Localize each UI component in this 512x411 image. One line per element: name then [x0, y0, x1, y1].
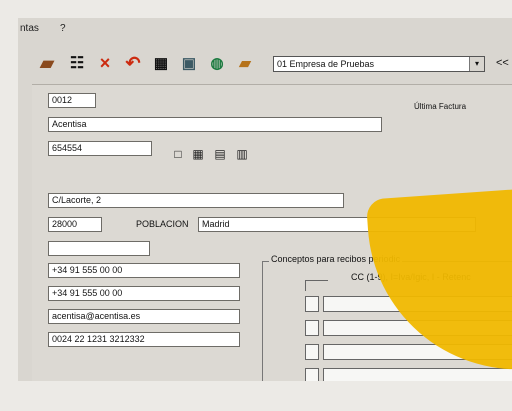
column-corner — [305, 280, 328, 291]
book-icon[interactable]: ▰ — [36, 52, 58, 74]
chevron-down-icon[interactable]: ▾ — [469, 57, 484, 71]
concept-check-2[interactable] — [305, 320, 319, 336]
email-field[interactable]: acentisa@acentisa.es — [48, 309, 240, 324]
company-select[interactable]: 01 Empresa de Pruebas ▾ — [273, 56, 485, 72]
bottom-margin — [0, 381, 512, 411]
book-small-icon[interactable]: ▤ — [214, 148, 226, 160]
nif-field[interactable]: 654554 — [48, 141, 152, 156]
concept-check-1[interactable] — [305, 296, 319, 312]
toolbar: ▰ ☷ × ↶ ▦ ▣ ◍ ▰ 01 Empresa de Pruebas ▾ … — [18, 48, 512, 82]
folder-small-icon[interactable]: ▥ — [236, 148, 248, 160]
grid-small-icon[interactable]: ▦ — [192, 148, 204, 160]
tree-icon[interactable]: ☷ — [66, 52, 88, 74]
postal-code-field[interactable]: 28000 — [48, 217, 102, 232]
concept-check-3[interactable] — [305, 344, 319, 360]
phone-1-field[interactable]: +34 91 555 00 00 — [48, 263, 240, 278]
code-field[interactable]: 0012 — [48, 93, 96, 108]
grid-icon[interactable]: ▦ — [150, 52, 172, 74]
poblacion-label: POBLACION — [136, 219, 189, 229]
nav-left-button[interactable]: << — [496, 57, 509, 69]
menu-item-ntas[interactable]: ntas — [20, 23, 39, 34]
company-select-value: 01 Empresa de Pruebas — [277, 59, 375, 69]
name-field[interactable]: Acentisa — [48, 117, 382, 132]
document-icon[interactable]: □ — [172, 148, 184, 160]
phone-2-field[interactable]: +34 91 555 00 00 — [48, 286, 240, 301]
red-arrow-icon[interactable]: ↶ — [122, 52, 144, 74]
ultima-factura-label: Última Factura — [414, 102, 467, 111]
open-folder-icon[interactable]: ▰ — [234, 52, 256, 74]
address-field[interactable]: C/Lacorte, 2 — [48, 193, 344, 208]
close-icon[interactable]: × — [94, 52, 116, 74]
menu-bar: ntas ? — [18, 18, 512, 38]
empty-field[interactable] — [48, 241, 150, 256]
monitor-icon[interactable]: ▣ — [178, 52, 200, 74]
bank-account-field[interactable]: 0024 22 1231 3212332 — [48, 332, 240, 347]
screenshot: ntas ? ▰ ☷ × ↶ ▦ ▣ ◍ ▰ 01 Empresa de Pru… — [0, 0, 512, 411]
menu-item-help[interactable]: ? — [60, 23, 66, 34]
database-icon[interactable]: ◍ — [206, 52, 228, 74]
